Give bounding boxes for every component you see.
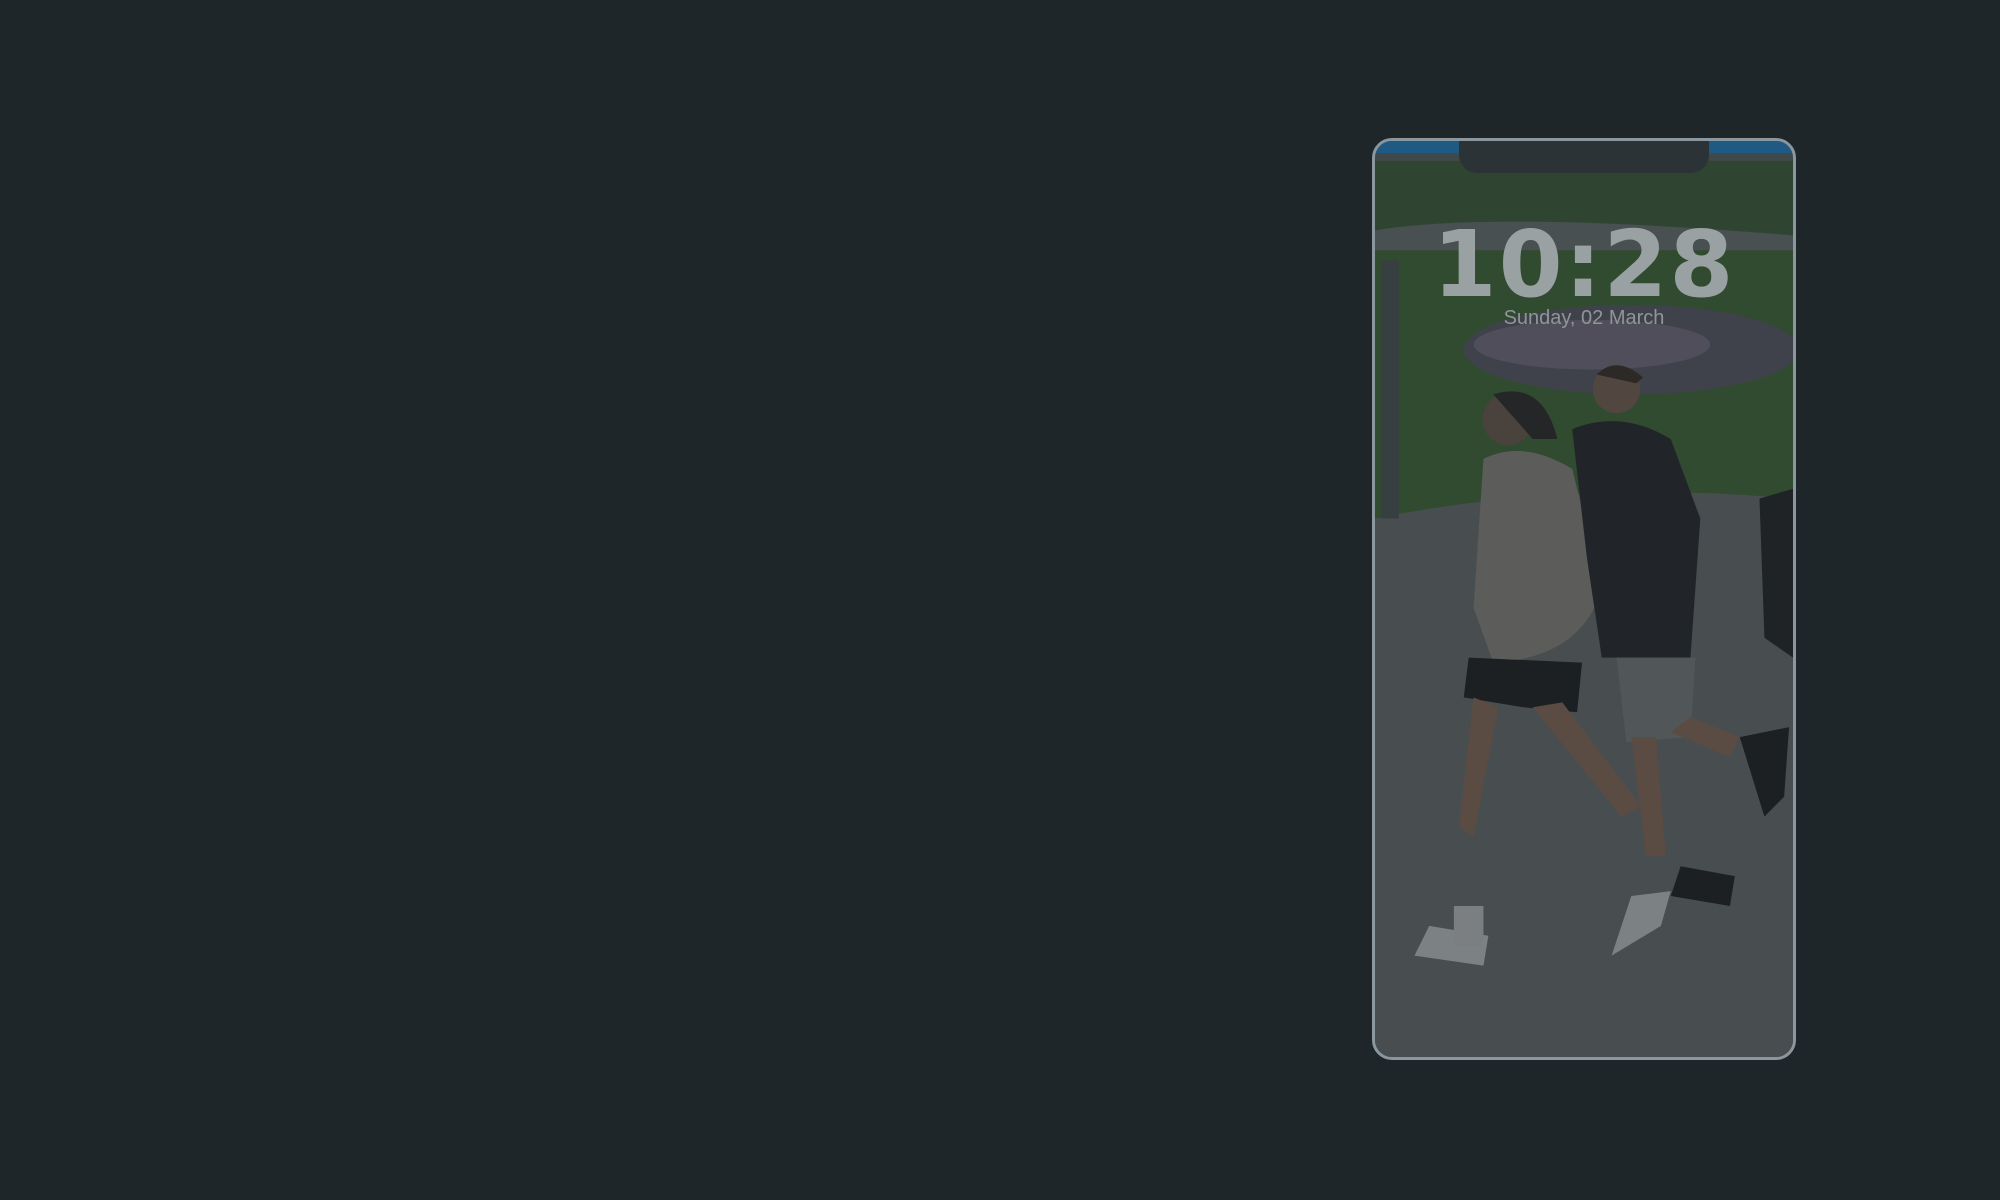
lockscreen-date: Sunday, 02 March [1503, 307, 1665, 329]
lockscreen-clock: 10:28 [1432, 211, 1736, 318]
phone-lockscreen[interactable]: 10:28 Sunday, 02 March [1372, 138, 1796, 1060]
canvas: 10:28 Sunday, 02 March [0, 0, 2000, 1200]
notch [1459, 141, 1709, 173]
